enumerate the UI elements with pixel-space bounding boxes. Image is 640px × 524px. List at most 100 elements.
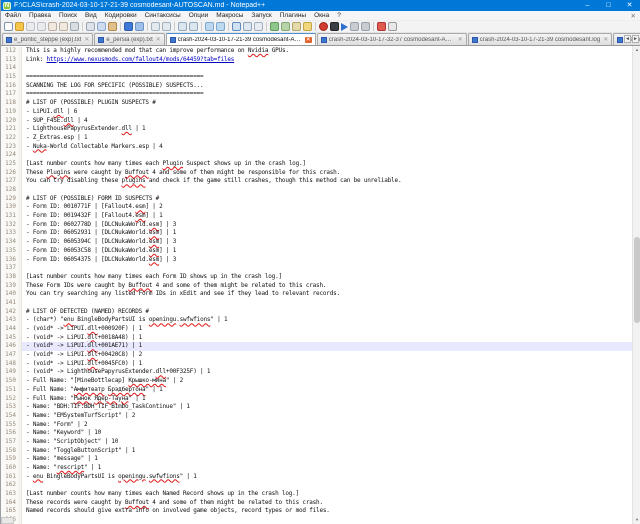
run-macro-icon[interactable] [361, 22, 370, 31]
line-text: - enu BingleBodyPartsUI is openingu.swfw… [22, 473, 632, 482]
vertical-scrollbar[interactable]: ▲ ▼ [632, 46, 640, 524]
menu-item-10[interactable]: Окна [310, 12, 333, 19]
sync-vertical-icon[interactable] [205, 22, 214, 31]
replace-icon[interactable] [162, 22, 171, 31]
document-list-icon[interactable] [292, 22, 301, 31]
spell-check-icon[interactable] [377, 22, 386, 31]
minimize-button[interactable]: – [577, 0, 598, 11]
sync-horizontal-icon[interactable] [216, 22, 225, 31]
line-number: 149 [1, 368, 18, 377]
editor[interactable]: 112This is a highly recommended mod that… [1, 46, 640, 524]
close-icon[interactable] [48, 22, 57, 31]
line-number: 146 [1, 342, 18, 351]
tab-close-icon[interactable]: ✕ [458, 37, 463, 43]
cut-icon[interactable] [86, 22, 95, 31]
line-text: - Name: "Keyword" | 10 [22, 429, 632, 438]
copy-icon[interactable] [97, 22, 106, 31]
line-number: 116 [1, 82, 18, 91]
paste-icon[interactable] [108, 22, 117, 31]
editor-line: 155- Name: "Form" | 2 [1, 421, 632, 430]
zoom-out-icon[interactable] [189, 22, 198, 31]
misspelled-word: dll [122, 125, 132, 132]
line-text [22, 186, 632, 195]
menu-item-4[interactable]: Кодировки [101, 12, 141, 19]
tab-close-icon[interactable]: ✕ [603, 37, 608, 43]
word-wrap-icon[interactable] [232, 22, 241, 31]
menu-item-7[interactable]: Макросы [212, 12, 247, 19]
menu-item-11[interactable]: ? [333, 12, 345, 19]
scroll-up-arrow-icon[interactable]: ▲ [633, 46, 640, 54]
tab-close-icon[interactable]: ✕ [156, 37, 161, 43]
misspelled-word: Амфитеатр [74, 386, 105, 393]
line-text [22, 481, 632, 490]
folder-as-workspace-icon[interactable] [303, 22, 312, 31]
tab-scroll-left-button[interactable]: ◄ [624, 35, 631, 43]
editor-line: 162 [1, 481, 632, 490]
line-number: 143 [1, 316, 18, 325]
document-map-icon[interactable] [281, 22, 290, 31]
tab-0[interactable]: e_pontic_steppe (exp).txt✕ [2, 33, 93, 45]
link[interactable]: https://www.nexusmods.com/fallout4/mods/… [46, 56, 234, 63]
save-macro-icon[interactable] [350, 22, 359, 31]
close-all-icon[interactable] [59, 22, 68, 31]
menu-item-1[interactable]: Правка [25, 12, 55, 19]
menu-item-6[interactable]: Опции [185, 12, 213, 19]
tab-close-icon[interactable]: ✕ [305, 37, 312, 43]
zoom-in-icon[interactable] [178, 22, 187, 31]
print-icon[interactable] [70, 22, 79, 31]
maximize-button[interactable]: □ [598, 0, 619, 11]
show-all-characters-icon[interactable] [243, 22, 252, 31]
line-number: 165 [1, 507, 18, 516]
menu-item-3[interactable]: Вид [81, 12, 101, 19]
line-text: - Form ID: 0602778D | [DLCNukaWorld.esm]… [22, 221, 632, 230]
editor-line: 160- Name: "rescript" | 1 [1, 464, 632, 473]
toolbar-separator [174, 22, 175, 31]
menu-item-8[interactable]: Запуск [247, 12, 275, 19]
record-macro-icon[interactable] [319, 22, 328, 31]
menubar-close-icon[interactable]: ✕ [627, 12, 640, 20]
indent-guide-icon[interactable] [254, 22, 263, 31]
editor-line: 144- (void* -> LiPUI.dll+000920F) | 1 [1, 325, 632, 334]
line-text: - Form ID: 06053C58 | [DLCNukaWorld.esm]… [22, 247, 632, 256]
redo-icon[interactable] [135, 22, 144, 31]
misspelled-word: enu [33, 473, 43, 480]
editor-text-area[interactable]: 112This is a highly recommended mod that… [1, 46, 632, 524]
tab-2[interactable]: crash-2024-03-10-17-21-39 cosmodesant-AU… [166, 33, 316, 45]
open-folder-icon[interactable] [15, 22, 24, 31]
menu-item-2[interactable]: Поиск [55, 12, 81, 19]
function-list-icon[interactable] [270, 22, 279, 31]
tab-3[interactable]: crash-2024-03-10-17-32-37 cosmodesant-AU… [317, 33, 467, 45]
misspelled-word: dll [87, 342, 97, 349]
menu-item-0[interactable]: Файл [1, 12, 25, 19]
misspelled-word: esm [149, 238, 159, 245]
line-text: # LIST OF DETECTED (NAMED) RECORDS # [22, 308, 632, 317]
line-number: 128 [1, 186, 18, 195]
editor-line: 137 [1, 264, 632, 273]
close-button[interactable]: ✕ [619, 0, 640, 11]
monitoring-icon[interactable] [388, 22, 397, 31]
stop-macro-icon[interactable] [330, 22, 339, 31]
scrollbar-thumb[interactable] [634, 237, 640, 323]
line-number: 141 [1, 299, 18, 308]
line-number: 126 [1, 169, 18, 178]
menu-item-9[interactable]: Плагины [276, 12, 310, 19]
new-file-icon[interactable] [4, 22, 13, 31]
play-macro-icon[interactable] [341, 23, 348, 31]
tab-label: crash-2024-03-10-17-21-39 cosmodesant.lo… [480, 37, 600, 43]
menu-item-5[interactable]: Синтаксисы [141, 12, 185, 19]
tab-label: e_persia (exp).txt [106, 37, 152, 43]
tab-scroll-right-button[interactable]: ► [632, 35, 639, 43]
find-icon[interactable] [151, 22, 160, 31]
line-number: 138 [1, 273, 18, 282]
undo-icon[interactable] [124, 22, 133, 31]
scroll-down-arrow-icon[interactable]: ▼ [633, 516, 640, 524]
tab-close-icon[interactable]: ✕ [84, 37, 89, 43]
save-all-icon[interactable] [37, 22, 46, 31]
tab-1[interactable]: e_persia (exp).txt ✕ [94, 33, 164, 45]
line-text: - LighthousePapyrusExtender.dll | 1 [22, 125, 632, 134]
status-bar-fragment [1, 517, 14, 524]
editor-line: 121- LighthousePapyrusExtender.dll | 1 [1, 125, 632, 134]
editor-line: 113Link: https://www.nexusmods.com/fallo… [1, 56, 632, 65]
tab-4[interactable]: crash-2024-03-10-17-21-39 cosmodesant.lo… [468, 33, 612, 45]
save-icon[interactable] [26, 22, 35, 31]
